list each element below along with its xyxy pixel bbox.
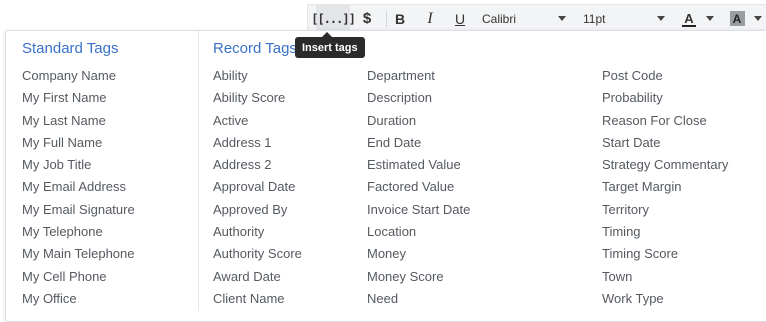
standard-tags-list: Company Name My First Name My Last Name … bbox=[22, 65, 135, 310]
record-tags-list-3: Post Code Probability Reason For Close S… bbox=[602, 65, 728, 310]
tag-item[interactable]: Approval Date bbox=[213, 176, 302, 198]
editor-toolbar: [[...]] $ B I U Calibri 11pt A A bbox=[307, 4, 766, 32]
tag-item[interactable]: My Telephone bbox=[22, 221, 135, 243]
tag-item[interactable]: Location bbox=[367, 221, 470, 243]
highlight-color-icon: A bbox=[729, 11, 745, 26]
tag-item[interactable]: Work Type bbox=[602, 288, 728, 310]
record-tags-list-2: Department Description Duration End Date… bbox=[367, 65, 470, 310]
tag-item[interactable]: Timing Score bbox=[602, 243, 728, 265]
tag-item[interactable]: Estimated Value bbox=[367, 154, 470, 176]
insert-tags-button[interactable]: [[...]] bbox=[311, 5, 356, 32]
tag-item[interactable]: Approved By bbox=[213, 199, 302, 221]
tag-item[interactable]: Reason For Close bbox=[602, 110, 728, 132]
insert-tags-panel: Standard Tags Record Tags Company Name M… bbox=[5, 30, 766, 322]
tag-item[interactable]: Company Name bbox=[22, 65, 135, 87]
tag-item[interactable]: Money bbox=[367, 243, 470, 265]
record-tags-heading: Record Tags bbox=[213, 40, 297, 57]
chevron-down-icon bbox=[706, 16, 714, 21]
panel-divider bbox=[198, 31, 199, 311]
tag-item[interactable]: Target Margin bbox=[602, 176, 728, 198]
highlight-color-dropdown[interactable] bbox=[754, 5, 764, 32]
tag-item[interactable]: Duration bbox=[367, 110, 470, 132]
tag-item[interactable]: Money Score bbox=[367, 266, 470, 288]
tag-item[interactable]: Need bbox=[367, 288, 470, 310]
tag-item[interactable]: Start Date bbox=[602, 132, 728, 154]
tag-item[interactable]: Description bbox=[367, 87, 470, 109]
tag-item[interactable]: Ability Score bbox=[213, 87, 302, 109]
tag-item[interactable]: Authority bbox=[213, 221, 302, 243]
tag-item[interactable]: My Main Telephone bbox=[22, 243, 135, 265]
underline-button[interactable]: U bbox=[450, 5, 470, 32]
tag-item[interactable]: Town bbox=[602, 266, 728, 288]
font-color-button[interactable]: A bbox=[678, 5, 700, 32]
tag-item[interactable]: Territory bbox=[602, 199, 728, 221]
font-family-value: Calibri bbox=[482, 11, 517, 26]
font-family-select[interactable]: Calibri bbox=[482, 5, 568, 32]
tag-item[interactable]: My Full Name bbox=[22, 132, 135, 154]
bold-button[interactable]: B bbox=[390, 5, 410, 32]
highlight-color-button[interactable]: A bbox=[726, 5, 748, 32]
tag-item[interactable]: My Email Address bbox=[22, 176, 135, 198]
tag-item[interactable]: Probability bbox=[602, 87, 728, 109]
font-color-icon: A bbox=[684, 11, 694, 26]
tag-item[interactable]: Strategy Commentary bbox=[602, 154, 728, 176]
tag-item[interactable]: Client Name bbox=[213, 288, 302, 310]
font-color-swatch bbox=[682, 25, 696, 27]
tag-item[interactable]: My First Name bbox=[22, 87, 135, 109]
record-tags-list-1: Ability Ability Score Active Address 1 A… bbox=[213, 65, 302, 310]
tag-item[interactable]: Post Code bbox=[602, 65, 728, 87]
tag-item[interactable]: Invoice Start Date bbox=[367, 199, 470, 221]
tag-item[interactable]: Department bbox=[367, 65, 470, 87]
tag-item[interactable]: Address 2 bbox=[213, 154, 302, 176]
tag-item[interactable]: My Email Signature bbox=[22, 199, 135, 221]
font-size-value: 11pt bbox=[583, 11, 606, 26]
tag-item[interactable]: My Cell Phone bbox=[22, 266, 135, 288]
tag-item[interactable]: My Job Title bbox=[22, 154, 135, 176]
tag-item[interactable]: Award Date bbox=[213, 266, 302, 288]
tag-item[interactable]: End Date bbox=[367, 132, 470, 154]
insert-tags-tooltip: Insert tags bbox=[295, 32, 365, 58]
tag-item[interactable]: Address 1 bbox=[213, 132, 302, 154]
chevron-down-icon bbox=[754, 16, 762, 21]
toolbar-divider bbox=[386, 11, 387, 27]
chevron-down-icon bbox=[657, 16, 665, 21]
tag-item[interactable]: Active bbox=[213, 110, 302, 132]
currency-button[interactable]: $ bbox=[356, 5, 378, 32]
tag-item[interactable]: My Office bbox=[22, 288, 135, 310]
standard-tags-heading: Standard Tags bbox=[22, 40, 119, 57]
italic-button[interactable]: I bbox=[420, 5, 440, 32]
tag-item[interactable]: My Last Name bbox=[22, 110, 135, 132]
tag-item[interactable]: Factored Value bbox=[367, 176, 470, 198]
chevron-down-icon bbox=[558, 16, 566, 21]
font-color-dropdown[interactable] bbox=[706, 5, 716, 32]
tag-item[interactable]: Ability bbox=[213, 65, 302, 87]
tag-item[interactable]: Timing bbox=[602, 221, 728, 243]
tag-item[interactable]: Authority Score bbox=[213, 243, 302, 265]
font-size-select[interactable]: 11pt bbox=[583, 5, 667, 32]
